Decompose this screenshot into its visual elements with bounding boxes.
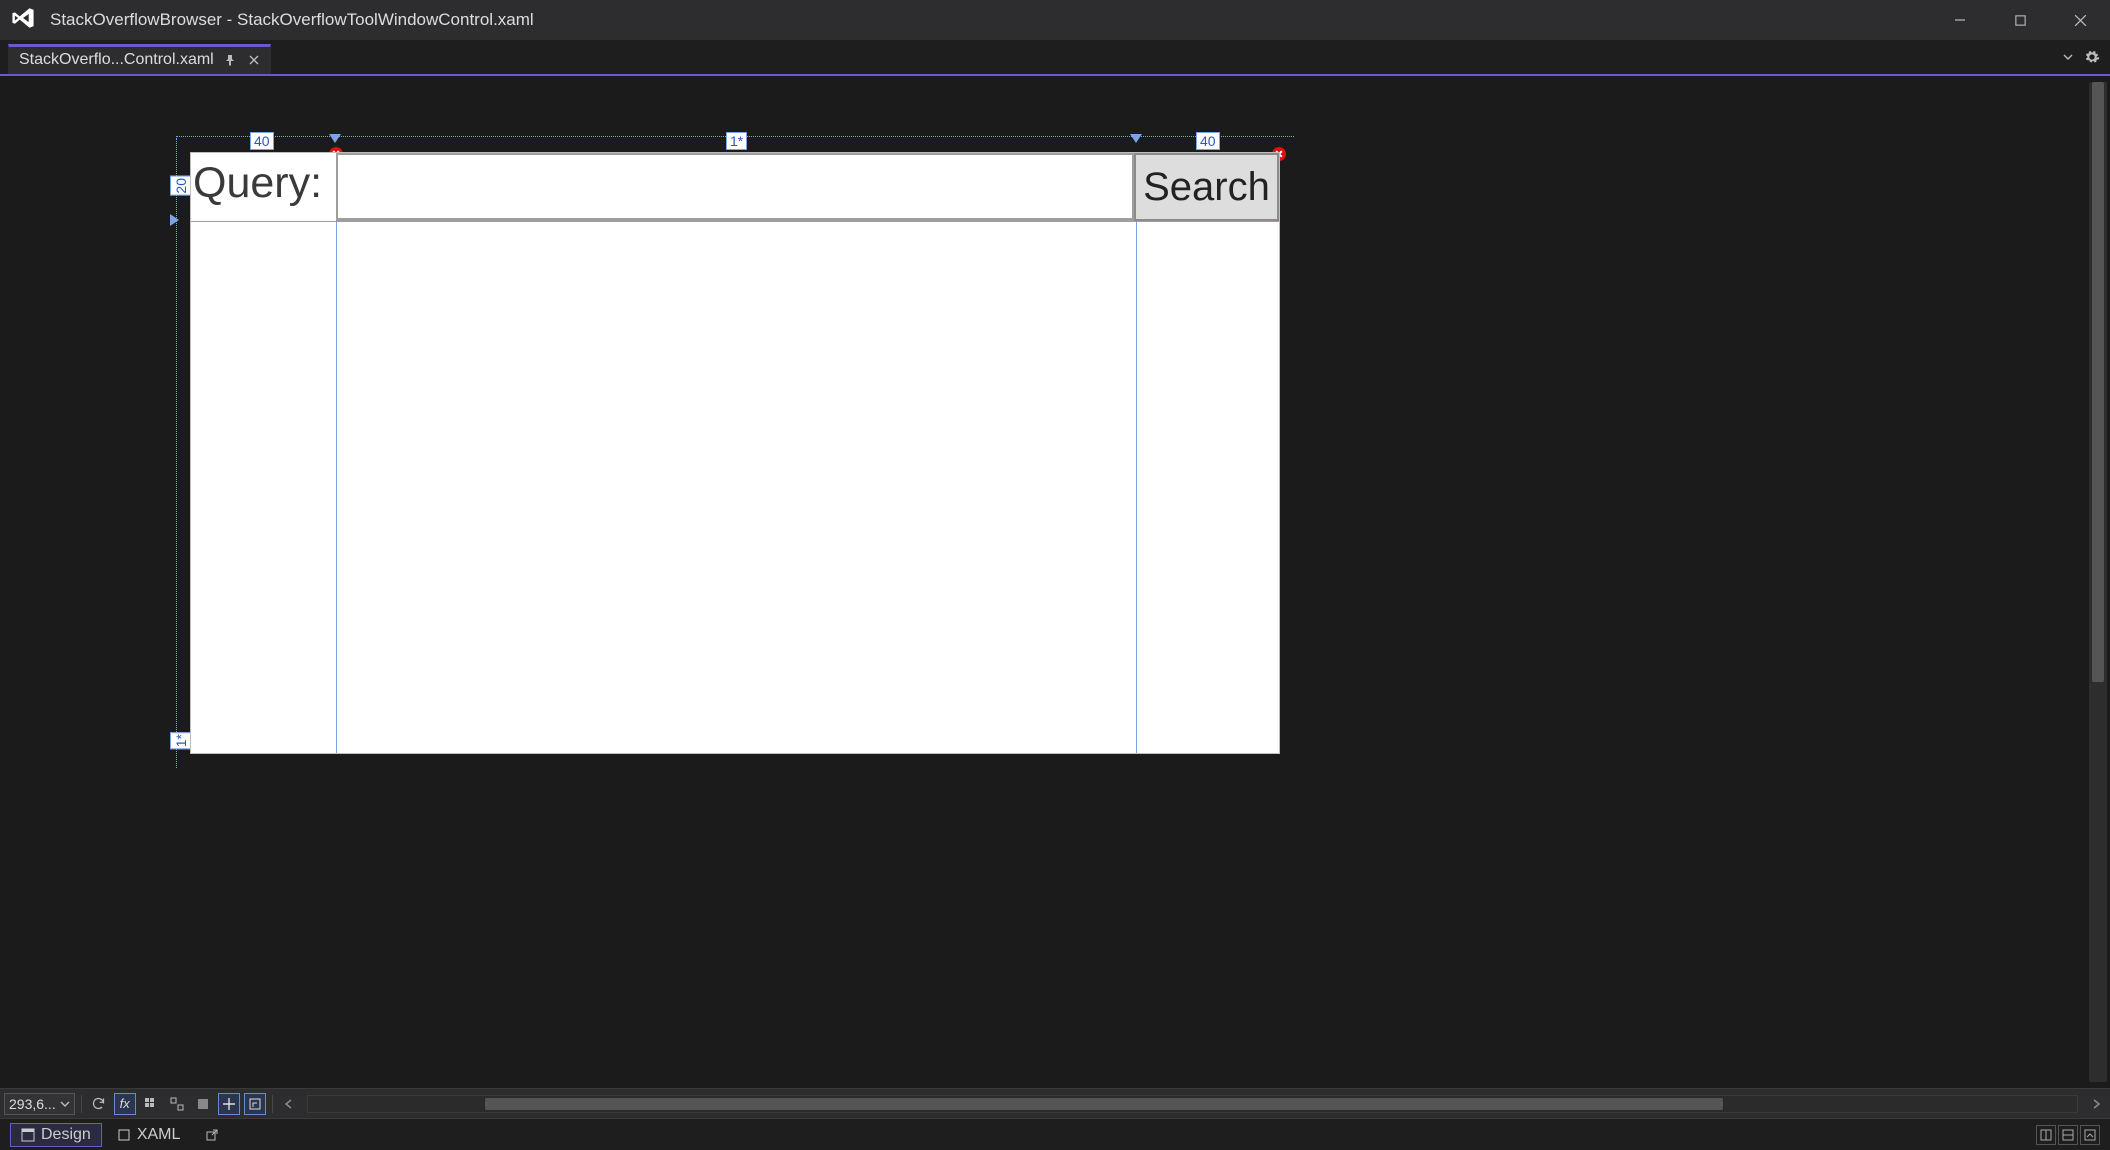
query-label: Query:	[191, 153, 336, 221]
visual-studio-icon	[10, 5, 36, 36]
ruler-line	[176, 138, 177, 768]
column-size-badge[interactable]: 40	[250, 132, 274, 150]
split-vertical-icon[interactable]	[2036, 1125, 2056, 1145]
close-tab-icon[interactable]	[246, 52, 262, 68]
xaml-pane-label: XAML	[137, 1126, 181, 1144]
maximize-button[interactable]	[1990, 0, 2050, 40]
row-guide	[191, 221, 1279, 222]
designer-surface[interactable]: 40 1* 40 20 1* Query: Search	[0, 76, 2110, 1088]
minimize-button[interactable]	[1930, 0, 1990, 40]
column-guide	[336, 153, 337, 753]
scroll-left-icon[interactable]	[279, 1093, 299, 1115]
column-grip-icon[interactable]	[1130, 134, 1142, 143]
document-tab[interactable]: StackOverflo...Control.xaml	[8, 44, 271, 74]
grid-icon[interactable]	[140, 1093, 162, 1115]
design-pane-button[interactable]: Design	[10, 1123, 102, 1147]
design-canvas-host: 40 1* 40 20 1* Query: Search	[190, 152, 1280, 754]
close-button[interactable]	[2050, 0, 2110, 40]
pane-switcher: Design XAML	[0, 1118, 2110, 1150]
expand-pane-icon[interactable]	[2080, 1125, 2100, 1145]
scroll-right-icon[interactable]	[2086, 1093, 2106, 1115]
titlebar: StackOverflowBrowser - StackOverflowTool…	[0, 0, 2110, 40]
design-canvas[interactable]: Query: Search	[190, 152, 1280, 754]
chevron-down-icon	[60, 1096, 70, 1112]
popout-icon[interactable]	[201, 1124, 223, 1146]
column-guide	[1136, 153, 1137, 753]
vertical-scrollbar[interactable]	[2089, 82, 2107, 1082]
designer-toolbar: 293,6... fx	[0, 1088, 2110, 1118]
document-tab-shelf: StackOverflo...Control.xaml	[0, 40, 2110, 76]
design-pane-label: Design	[41, 1126, 91, 1144]
split-horizontal-icon[interactable]	[2058, 1125, 2078, 1145]
row-size-badge[interactable]: 1*	[170, 732, 192, 749]
snap-grid-icon[interactable]	[166, 1093, 188, 1115]
gear-icon[interactable]	[2082, 47, 2102, 67]
toggle-icon-a[interactable]	[218, 1093, 240, 1115]
toggle-icon-b[interactable]	[244, 1093, 266, 1115]
designer-content: 40 1* 40 20 1* Query: Search	[0, 76, 2110, 1088]
zoom-combo[interactable]: 293,6...	[4, 1093, 75, 1115]
column-grip-icon[interactable]	[329, 134, 341, 143]
row-size-badge[interactable]: 20	[170, 176, 192, 196]
refresh-icon[interactable]	[88, 1093, 110, 1115]
zoom-value: 293,6...	[9, 1096, 56, 1112]
effects-icon[interactable]: fx	[114, 1093, 136, 1115]
query-textbox[interactable]	[336, 153, 1134, 221]
xaml-pane-button[interactable]: XAML	[106, 1123, 192, 1147]
column-size-badge[interactable]: 40	[1196, 132, 1220, 150]
tab-overflow-icon[interactable]	[2058, 47, 2078, 67]
pin-icon[interactable]	[222, 52, 238, 68]
search-button[interactable]: Search	[1134, 153, 1279, 221]
horizontal-scrollbar[interactable]	[307, 1095, 2078, 1113]
column-size-badge[interactable]: 1*	[726, 132, 747, 150]
row-grip-icon[interactable]	[170, 214, 179, 226]
snap-lines-icon[interactable]	[192, 1093, 214, 1115]
document-tab-label: StackOverflo...Control.xaml	[19, 51, 214, 69]
window-title: StackOverflowBrowser - StackOverflowTool…	[50, 10, 534, 30]
